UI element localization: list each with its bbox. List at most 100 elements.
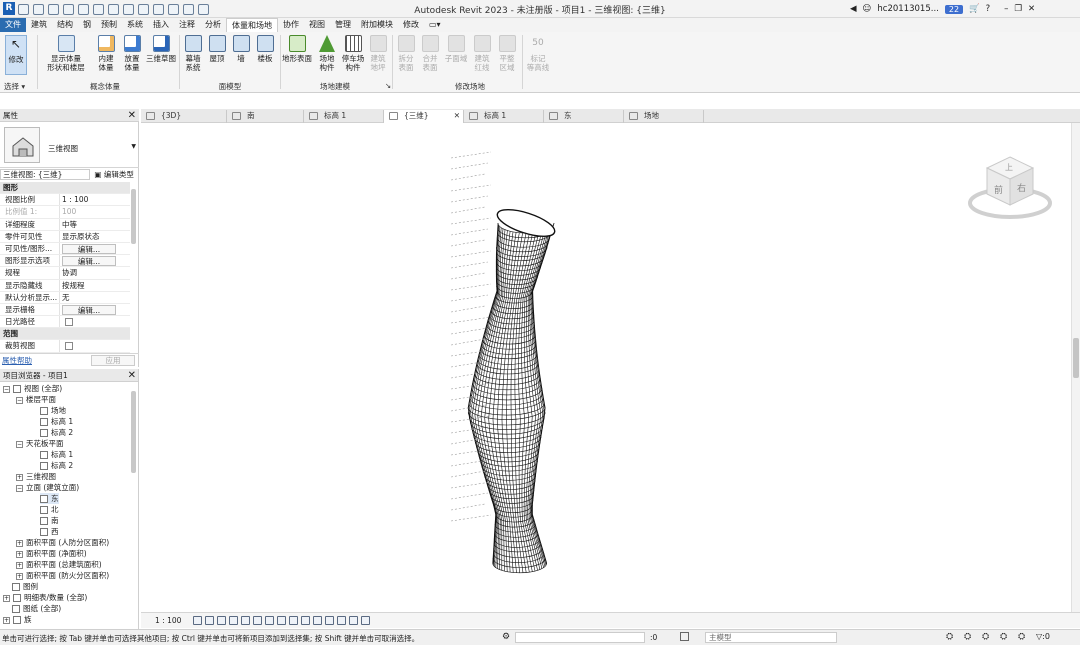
prop-row[interactable]: 日光路径: [0, 316, 130, 329]
tree-node-area-fire[interactable]: + 面积平面 (防火分区面积): [16, 570, 109, 581]
worksets-icon[interactable]: ⚙: [502, 632, 510, 642]
show-crop-icon[interactable]: [265, 616, 274, 625]
tab-manage[interactable]: 管理: [330, 18, 356, 32]
group-extents[interactable]: 范围: [0, 328, 130, 341]
label-contour-button[interactable]: 50 标记 等高线: [525, 35, 551, 72]
canvas-vertical-scrollbar[interactable]: [1071, 123, 1080, 612]
tab-modify[interactable]: 修改: [398, 18, 424, 32]
merge-surface-button[interactable]: 合并 表面: [420, 35, 440, 72]
close-icon[interactable]: ✕: [1028, 4, 1035, 14]
group-graphics[interactable]: 图形: [0, 182, 130, 195]
tab-level1[interactable]: 标高 1: [304, 110, 384, 123]
inplace-mass-button[interactable]: 内建 体量: [94, 35, 118, 72]
lock-view-icon[interactable]: [277, 616, 286, 625]
tree-node-area-gross[interactable]: + 面积平面 (总建筑面积): [16, 559, 102, 570]
curtain-system-button[interactable]: 幕墙 系统: [182, 35, 204, 72]
close-tab-icon[interactable]: ✕: [454, 110, 460, 122]
restore-icon[interactable]: ❐: [1014, 4, 1022, 14]
browser-scrollbar[interactable]: [131, 391, 136, 473]
viewcube-top[interactable]: 上: [1005, 162, 1013, 173]
filter-icon[interactable]: ▽:0: [1036, 632, 1050, 641]
tree-node-views[interactable]: − 视图 (全部): [3, 383, 62, 394]
modify-button[interactable]: ↖ 修改: [5, 35, 27, 75]
sketch-3d-button[interactable]: 三维草图: [145, 35, 177, 63]
toposurface-button[interactable]: 地形表面: [282, 35, 312, 63]
vase-mass-model[interactable]: [141, 123, 1071, 612]
editable-only-icon[interactable]: :0: [650, 633, 657, 642]
reveal-hidden-icon[interactable]: [301, 616, 310, 625]
prop-row[interactable]: 图形显示选项 编辑...: [0, 255, 130, 268]
tab-structure[interactable]: 结构: [52, 18, 78, 32]
tab-collaborate[interactable]: 协作: [278, 18, 304, 32]
prop-row[interactable]: 视图比例 1 : 100: [0, 194, 130, 207]
prop-row[interactable]: 详细程度 中等: [0, 218, 130, 231]
tree-node-ceiling-plans[interactable]: − 天花板平面: [16, 438, 64, 449]
tab-annotate[interactable]: 注释: [174, 18, 200, 32]
tree-node-west[interactable]: 西: [40, 526, 59, 537]
tab-analyze[interactable]: 分析: [200, 18, 226, 32]
roof-button[interactable]: 屋顶: [206, 35, 228, 63]
edit-graphics-button[interactable]: 编辑...: [62, 256, 116, 267]
tree-node-3d-views[interactable]: + 三维视图: [16, 471, 56, 482]
floor-button[interactable]: 楼板: [254, 35, 276, 63]
select-panel-title[interactable]: 选择 ▾: [4, 81, 34, 92]
tree-node-east[interactable]: 东: [40, 493, 59, 504]
tree-node-area-civil-defense[interactable]: + 面积平面 (人防分区面积): [16, 537, 109, 548]
prop-row[interactable]: 默认分析显示... 无: [0, 291, 130, 304]
property-line-button[interactable]: 建筑 红线: [472, 35, 492, 72]
edit-grid-button[interactable]: 编辑...: [62, 304, 116, 315]
site-model-expand-icon[interactable]: ↘: [385, 81, 391, 90]
tab-steel[interactable]: 钢: [78, 18, 96, 32]
wall-button[interactable]: 墙: [230, 35, 252, 63]
visual-style-icon[interactable]: [205, 616, 214, 625]
viewcube-right[interactable]: 右: [1017, 181, 1026, 194]
tab-view[interactable]: 视图: [304, 18, 330, 32]
tab-insert[interactable]: 插入: [148, 18, 174, 32]
tab-systems[interactable]: 系统: [122, 18, 148, 32]
drag-elements-icon[interactable]: ⛭: [1018, 632, 1025, 642]
tree-node-area-net[interactable]: + 面积平面 (净面积): [16, 548, 87, 559]
tree-node-north[interactable]: 北: [40, 504, 59, 515]
building-pad-button[interactable]: 建筑 地坪: [368, 35, 388, 72]
tree-node-site[interactable]: 场地: [40, 405, 66, 416]
select-underlay-icon[interactable]: ⛭: [964, 632, 971, 642]
tree-node-schedules[interactable]: + 明细表/数量 (全部): [3, 592, 87, 603]
temp-view-props-icon[interactable]: [313, 616, 322, 625]
tree-node-floor-plans[interactable]: − 楼层平面: [16, 394, 56, 405]
user-icon[interactable]: ☺: [863, 4, 872, 14]
minimize-icon[interactable]: –: [1004, 4, 1008, 14]
edit-vg-button[interactable]: 编辑...: [62, 243, 116, 254]
temp-hide-icon[interactable]: [289, 616, 298, 625]
place-mass-button[interactable]: 放置 体量: [120, 35, 144, 72]
scrollbar-thumb[interactable]: [1073, 338, 1079, 378]
split-surface-button[interactable]: 拆分 表面: [396, 35, 416, 72]
trial-badge[interactable]: 22: [944, 4, 964, 14]
tree-node-level1[interactable]: 标高 1: [40, 416, 73, 427]
tab-east[interactable]: 东: [544, 110, 624, 123]
instance-selector[interactable]: 三维视图: {三维}: [0, 169, 90, 180]
tree-node-elevations[interactable]: − 立面 (建筑立面): [16, 482, 79, 493]
shadows-icon[interactable]: [229, 616, 238, 625]
worksharing-icon[interactable]: [325, 616, 334, 625]
crop-view-checkbox[interactable]: [65, 342, 73, 351]
tree-node-ceiling-level1[interactable]: 标高 1: [40, 449, 73, 460]
tab-overflow[interactable]: ▭▾: [424, 18, 446, 32]
viewcube[interactable]: 上 前 右: [965, 155, 1055, 225]
tab-south[interactable]: 南: [227, 110, 304, 123]
tab-architecture[interactable]: 建筑: [26, 18, 52, 32]
prop-row[interactable]: 规程 协调: [0, 267, 130, 280]
crop-view-icon[interactable]: [253, 616, 262, 625]
highlight-displacement-icon[interactable]: [349, 616, 358, 625]
view-scale[interactable]: 1 : 100: [155, 616, 181, 625]
prop-row[interactable]: 显示隐藏线 按规程: [0, 279, 130, 292]
sun-path-checkbox[interactable]: [65, 318, 73, 327]
3d-viewport[interactable]: [141, 123, 1071, 612]
edit-type-button[interactable]: ▣ 编辑类型: [92, 170, 133, 179]
prop-row[interactable]: 显示栅格 编辑...: [0, 303, 130, 317]
tree-node-level2[interactable]: 标高 2: [40, 427, 73, 438]
model-select[interactable]: 主模型: [705, 632, 837, 643]
show-mass-button[interactable]: 显示体量 形状和楼层: [42, 35, 90, 72]
prop-row[interactable]: 可见性/图形... 编辑...: [0, 242, 130, 256]
tree-node-ceiling-level2[interactable]: 标高 2: [40, 460, 73, 471]
type-selector[interactable]: 三维视图 ▼: [0, 123, 139, 168]
